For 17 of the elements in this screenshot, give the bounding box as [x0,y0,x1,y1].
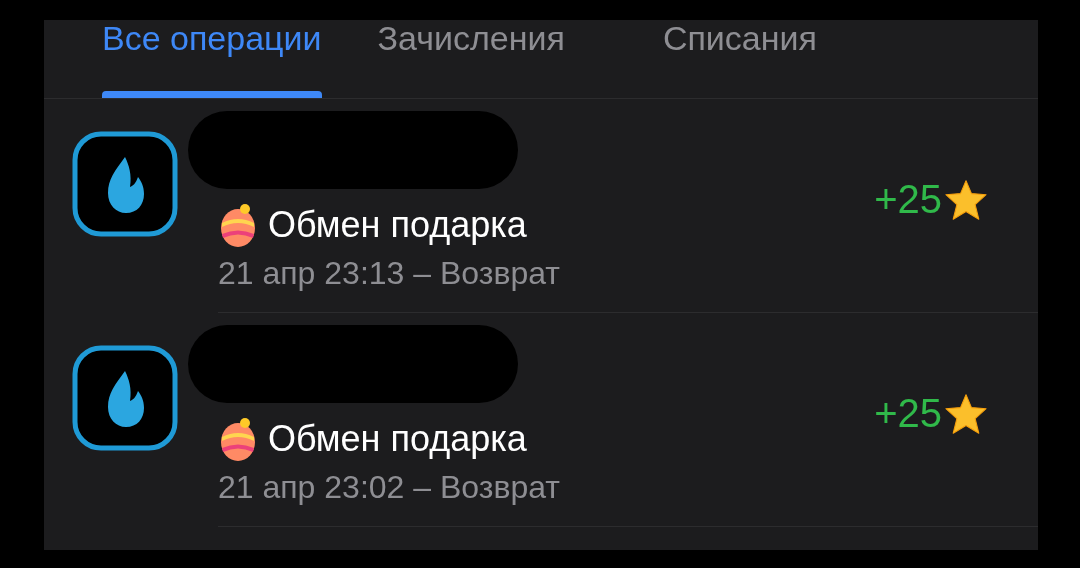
tab[interactable]: Все операции [102,20,322,98]
transaction-row[interactable]: Обмен подарка 21 апр 23:02 – Возврат +25 [44,313,1038,527]
star-amount: +25 [874,391,942,436]
star-amount: +25 [874,177,942,222]
flame-avatar-icon [72,345,178,451]
egg-icon [218,203,258,247]
transaction-row[interactable]: Обмен подарка 21 апр 23:13 – Возврат +25 [44,99,1038,313]
flame-avatar-icon [72,131,178,237]
transaction-title: Обмен подарка [268,204,527,246]
egg-icon [218,417,258,461]
transaction-date: 21 апр 23:02 – Возврат [218,469,561,506]
transaction-title: Обмен подарка [268,418,527,460]
star-icon [944,178,988,221]
tab[interactable]: Зачисления [377,20,565,98]
star-icon [944,392,988,435]
tab[interactable]: Списания [662,20,817,98]
transaction-date: 21 апр 23:13 – Возврат [218,255,561,292]
